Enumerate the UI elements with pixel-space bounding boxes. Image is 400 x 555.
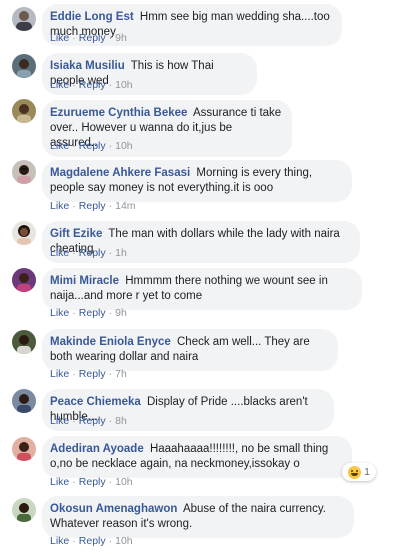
like-link[interactable]: Like xyxy=(50,415,69,427)
separator: · xyxy=(108,247,113,259)
separator: · xyxy=(108,415,113,427)
comment-author[interactable]: Adediran Ayoade xyxy=(50,443,144,455)
avatar[interactable] xyxy=(12,389,36,413)
comment-author[interactable]: Ezurueme Cynthia Bekee xyxy=(50,107,187,119)
timestamp[interactable]: 10h xyxy=(115,476,133,488)
like-link[interactable]: Like xyxy=(50,535,69,547)
comment-bubble: Adediran Ayoade Haaahaaaa!!!!!!!!, no be… xyxy=(42,436,352,478)
comment-author[interactable]: Isiaka Musiliu xyxy=(50,60,125,72)
laugh-emoji-icon xyxy=(348,465,362,479)
like-link[interactable]: Like xyxy=(50,247,69,259)
avatar[interactable] xyxy=(12,99,36,123)
reply-link[interactable]: Reply xyxy=(79,307,106,319)
comment-author[interactable]: Peace Chiemeka xyxy=(50,396,141,408)
comment-actions: Like · Reply · 14m xyxy=(50,200,136,212)
like-link[interactable]: Like xyxy=(50,368,69,380)
comment-bubble: Okosun Amenaghawon Abuse of the naira cu… xyxy=(42,496,354,538)
reaction-count: 1 xyxy=(364,466,370,478)
separator: · xyxy=(72,476,76,488)
comment-actions: Like · Reply · 9h xyxy=(50,32,127,44)
timestamp[interactable]: 9h xyxy=(115,32,127,44)
comment-actions: Like · Reply · 10h xyxy=(50,140,133,152)
separator: · xyxy=(72,368,76,380)
timestamp[interactable]: 14m xyxy=(115,200,135,212)
comment-bubble: Mimi Miracle Hmmmm there nothing we woun… xyxy=(42,268,362,310)
avatar[interactable] xyxy=(12,268,36,292)
like-link[interactable]: Like xyxy=(50,32,69,44)
reply-link[interactable]: Reply xyxy=(79,79,106,91)
separator: · xyxy=(108,79,113,91)
separator: · xyxy=(108,140,113,152)
timestamp[interactable]: 1h xyxy=(115,247,127,259)
reply-link[interactable]: Reply xyxy=(79,140,106,152)
reply-link[interactable]: Reply xyxy=(79,535,106,547)
separator: · xyxy=(72,140,76,152)
like-link[interactable]: Like xyxy=(50,307,69,319)
like-link[interactable]: Like xyxy=(50,200,69,212)
comment-actions: Like · Reply · 9h xyxy=(50,307,127,319)
avatar[interactable] xyxy=(12,330,36,354)
reply-link[interactable]: Reply xyxy=(79,200,106,212)
avatar[interactable] xyxy=(12,7,36,31)
reply-link[interactable]: Reply xyxy=(79,415,106,427)
comment-author[interactable]: Eddie Long Est xyxy=(50,11,134,23)
reply-link[interactable]: Reply xyxy=(79,476,106,488)
comment-bubble: Magdalene Ahkere Fasasi Morning is every… xyxy=(42,160,352,202)
comment-author[interactable]: Gift Ezike xyxy=(50,228,102,240)
timestamp[interactable]: 10h xyxy=(115,79,133,91)
timestamp[interactable]: 8h xyxy=(115,415,127,427)
timestamp[interactable]: 7h xyxy=(115,368,127,380)
like-link[interactable]: Like xyxy=(50,79,69,91)
separator: · xyxy=(108,32,113,44)
separator: · xyxy=(72,247,76,259)
separator: · xyxy=(72,32,76,44)
reply-link[interactable]: Reply xyxy=(79,368,106,380)
separator: · xyxy=(108,476,113,488)
comment-actions: Like · Reply · 10h xyxy=(50,535,133,547)
avatar[interactable] xyxy=(12,54,36,78)
timestamp[interactable]: 10h xyxy=(115,535,133,547)
timestamp[interactable]: 9h xyxy=(115,307,127,319)
reaction-badge[interactable]: 1 xyxy=(342,463,376,481)
avatar[interactable] xyxy=(12,160,36,184)
avatar[interactable] xyxy=(12,437,36,461)
comment-author[interactable]: Okosun Amenaghawon xyxy=(50,503,177,515)
comment-author[interactable]: Mimi Miracle xyxy=(50,275,119,287)
separator: · xyxy=(72,415,76,427)
comment-actions: Like · Reply · 10h xyxy=(50,79,133,91)
separator: · xyxy=(108,535,113,547)
comment-actions: Like · Reply · 10h xyxy=(50,476,133,488)
separator: · xyxy=(108,307,113,319)
separator: · xyxy=(108,200,113,212)
avatar[interactable] xyxy=(12,498,36,522)
like-link[interactable]: Like xyxy=(50,476,69,488)
reply-link[interactable]: Reply xyxy=(79,32,106,44)
comment-author[interactable]: Makinde Eniola Enyce xyxy=(50,336,171,348)
avatar[interactable] xyxy=(12,221,36,245)
timestamp[interactable]: 10h xyxy=(115,140,133,152)
comment-actions: Like · Reply · 7h xyxy=(50,368,127,380)
reply-link[interactable]: Reply xyxy=(79,247,106,259)
separator: · xyxy=(72,200,76,212)
comment-author[interactable]: Magdalene Ahkere Fasasi xyxy=(50,167,190,179)
like-link[interactable]: Like xyxy=(50,140,69,152)
separator: · xyxy=(72,79,76,91)
separator: · xyxy=(108,368,113,380)
comment-actions: Like · Reply · 1h xyxy=(50,247,127,259)
separator: · xyxy=(72,307,76,319)
comment-actions: Like · Reply · 8h xyxy=(50,415,127,427)
separator: · xyxy=(72,535,76,547)
comment-bubble: Makinde Eniola Enyce Check am well... Th… xyxy=(42,329,338,371)
